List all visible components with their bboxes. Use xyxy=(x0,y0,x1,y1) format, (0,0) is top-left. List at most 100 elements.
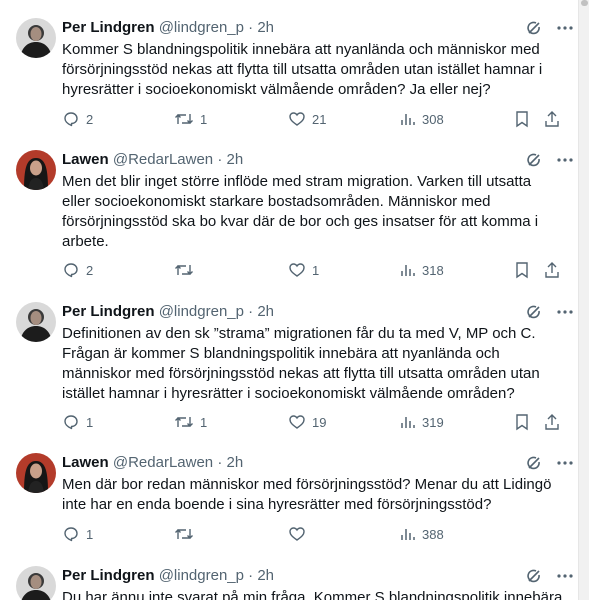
author-handle[interactable]: @RedarLawen xyxy=(113,151,213,168)
more-icon[interactable] xyxy=(556,455,574,471)
bookmark-button[interactable] xyxy=(514,412,530,432)
tweet-text: Men det blir inget större inflöde med st… xyxy=(62,173,543,250)
tweet-text: Definitionen av den sk ”strama” migratio… xyxy=(62,325,544,402)
views-icon xyxy=(400,414,416,430)
like-button[interactable] xyxy=(288,524,312,544)
retweet-icon xyxy=(174,110,194,128)
retweet-button[interactable] xyxy=(174,260,200,280)
more-icon[interactable] xyxy=(556,20,574,36)
like-icon xyxy=(288,413,306,431)
avatar[interactable] xyxy=(16,150,56,190)
avatar[interactable] xyxy=(16,566,56,600)
share-button[interactable] xyxy=(543,109,561,129)
tweet-header: Per Lindgren @lindgren_p · 2h xyxy=(62,18,578,38)
tweet[interactable]: Lawen @RedarLawen · 2h Men det blir inge… xyxy=(0,150,578,285)
share-icon xyxy=(543,110,561,128)
reply-button[interactable]: 2 xyxy=(62,109,93,129)
scrollbar-thumb[interactable] xyxy=(581,0,588,6)
like-button[interactable]: 21 xyxy=(288,109,326,129)
separator-dot: · xyxy=(217,151,223,168)
more-icon[interactable] xyxy=(556,304,574,320)
tweet[interactable]: Per Lindgren @lindgren_p · 2h Kommer S b… xyxy=(0,18,578,133)
timestamp[interactable]: 2h xyxy=(227,151,244,168)
reply-button[interactable]: 2 xyxy=(62,260,93,280)
views-button[interactable]: 319 xyxy=(400,412,444,432)
bookmark-icon xyxy=(514,261,530,279)
share-icon xyxy=(543,261,561,279)
retweet-count: 1 xyxy=(200,414,208,430)
views-icon xyxy=(400,111,416,127)
retweet-count: 1 xyxy=(200,111,208,127)
retweet-button[interactable] xyxy=(174,524,200,544)
like-button[interactable]: 19 xyxy=(288,412,326,432)
bookmark-icon xyxy=(514,413,530,431)
tweet[interactable]: Per Lindgren @lindgren_p · 2h Definition… xyxy=(0,302,578,431)
author-name[interactable]: Lawen xyxy=(62,454,109,471)
bookmark-button[interactable] xyxy=(514,109,530,129)
views-count: 388 xyxy=(422,526,444,542)
tweet-header: Lawen @RedarLawen · 2h xyxy=(62,453,578,473)
views-button[interactable]: 308 xyxy=(400,109,444,129)
author-handle[interactable]: @lindgren_p xyxy=(159,567,244,584)
more-icon[interactable] xyxy=(556,568,574,584)
views-button[interactable]: 388 xyxy=(400,524,444,544)
avatar[interactable] xyxy=(16,302,56,342)
views-icon xyxy=(400,526,416,542)
scrollbar[interactable] xyxy=(578,0,589,600)
separator-dot: · xyxy=(248,567,254,584)
reply-button[interactable]: 1 xyxy=(62,412,93,432)
tweet-text: Men där bor redan människor med försörjn… xyxy=(62,476,556,513)
views-count: 319 xyxy=(422,414,444,430)
more-icon[interactable] xyxy=(556,152,574,168)
grok-icon[interactable] xyxy=(526,568,542,584)
tweet-header: Lawen @RedarLawen · 2h xyxy=(62,150,578,170)
separator-dot: · xyxy=(248,19,254,36)
grok-icon[interactable] xyxy=(526,152,542,168)
retweet-button[interactable]: 1 xyxy=(174,109,207,129)
avatar[interactable] xyxy=(16,453,56,493)
timestamp[interactable]: 2h xyxy=(257,567,274,584)
like-icon xyxy=(288,261,306,279)
author-name[interactable]: Lawen xyxy=(62,151,109,168)
tweet-header: Per Lindgren @lindgren_p · 2h xyxy=(62,566,578,586)
share-button[interactable] xyxy=(543,260,561,280)
reply-icon xyxy=(62,261,80,279)
author-handle[interactable]: @lindgren_p xyxy=(159,19,244,36)
avatar[interactable] xyxy=(16,18,56,58)
retweet-icon xyxy=(174,413,194,431)
grok-icon[interactable] xyxy=(526,20,542,36)
views-icon xyxy=(400,262,416,278)
bookmark-button[interactable] xyxy=(514,260,530,280)
timestamp[interactable]: 2h xyxy=(257,303,274,320)
timestamp[interactable]: 2h xyxy=(257,19,274,36)
tweet-text: Du har ännu inte svarat på min fråga. Ko… xyxy=(62,589,562,600)
tweet-actions: 2 1 318 xyxy=(62,260,562,280)
like-count: 21 xyxy=(312,111,327,127)
like-count: 1 xyxy=(312,262,320,278)
reply-count: 1 xyxy=(86,414,94,430)
author-name[interactable]: Per Lindgren xyxy=(62,303,155,320)
tweet-text: Kommer S blandningspolitik innebära att … xyxy=(62,41,547,98)
timestamp[interactable]: 2h xyxy=(227,454,244,471)
author-name[interactable]: Per Lindgren xyxy=(62,567,155,584)
share-button[interactable] xyxy=(543,412,561,432)
reply-count: 1 xyxy=(86,526,94,542)
author-handle[interactable]: @RedarLawen xyxy=(113,454,213,471)
like-button[interactable]: 1 xyxy=(288,260,319,280)
tweet[interactable]: Lawen @RedarLawen · 2h Men där bor redan… xyxy=(0,453,578,543)
tweet-actions: 2 1 21 308 xyxy=(62,109,562,129)
reply-button[interactable]: 1 xyxy=(62,524,93,544)
separator-dot: · xyxy=(248,303,254,320)
tweet[interactable]: Per Lindgren @lindgren_p · 2h Du har änn… xyxy=(0,566,578,600)
views-count: 318 xyxy=(422,262,444,278)
reply-count: 2 xyxy=(86,111,94,127)
grok-icon[interactable] xyxy=(526,304,542,320)
separator-dot: · xyxy=(217,454,223,471)
retweet-icon xyxy=(174,261,194,279)
retweet-button[interactable]: 1 xyxy=(174,412,207,432)
author-name[interactable]: Per Lindgren xyxy=(62,19,155,36)
reply-icon xyxy=(62,110,80,128)
grok-icon[interactable] xyxy=(526,455,542,471)
author-handle[interactable]: @lindgren_p xyxy=(159,303,244,320)
views-button[interactable]: 318 xyxy=(400,260,444,280)
